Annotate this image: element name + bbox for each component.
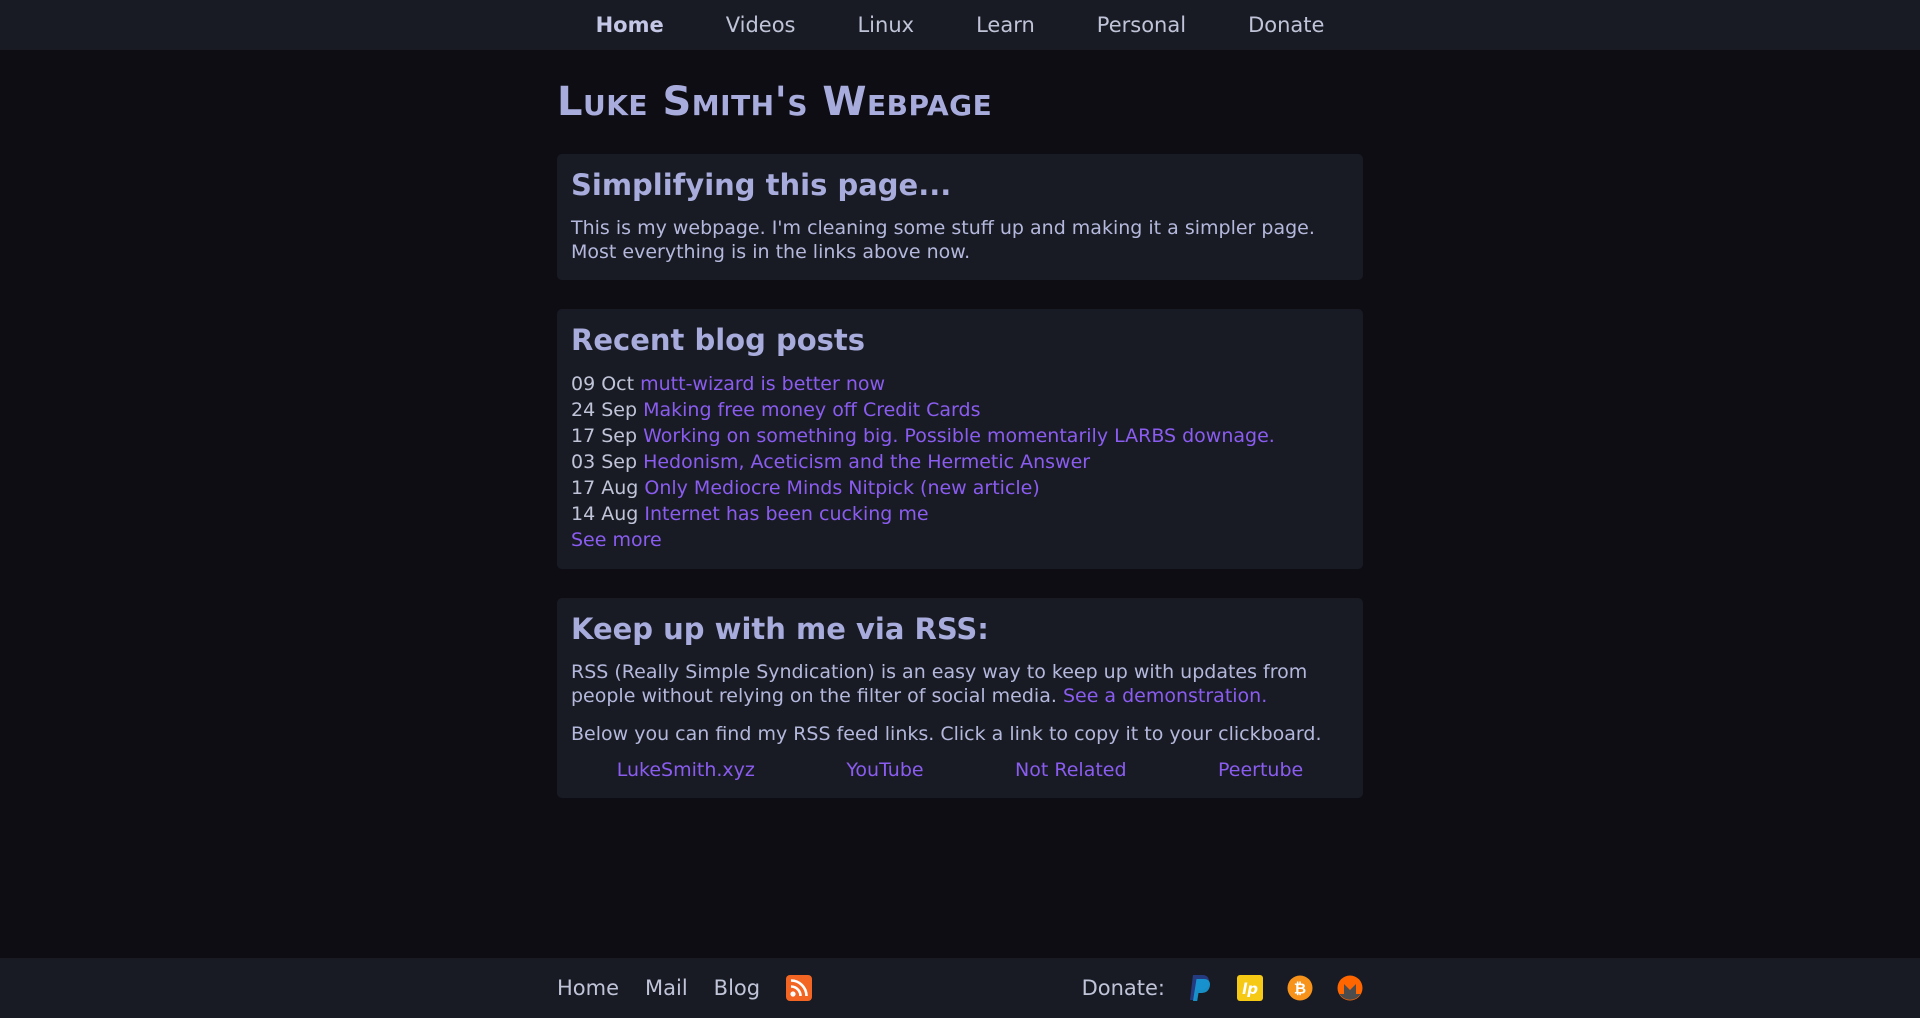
post-link[interactable]: Hedonism, Aceticism and the Hermetic Ans… — [643, 451, 1090, 473]
rss-icon[interactable] — [786, 975, 813, 1001]
blog-post: 09 Oct mutt-wizard is better now — [571, 371, 1349, 397]
post-link[interactable]: Only Mediocre Minds Nitpick (new article… — [644, 477, 1039, 499]
nav-personal[interactable]: Personal — [1097, 0, 1186, 50]
page-title: Luke Smith's Webpage — [557, 79, 993, 125]
see-more-row: See more — [571, 527, 1349, 553]
post-date: 09 Oct — [571, 373, 635, 395]
paypal-icon[interactable] — [1187, 975, 1213, 1001]
blog-post: 03 Sep Hedonism, Aceticism and the Herme… — [571, 449, 1349, 475]
post-link[interactable]: mutt-wizard is better now — [640, 373, 885, 395]
svg-text:₿: ₿ — [1294, 980, 1306, 998]
nav-learn[interactable]: Learn — [976, 0, 1035, 50]
rss-feed-peertube[interactable]: Peertube — [1218, 758, 1303, 782]
post-link[interactable]: Working on something big. Possible momen… — [643, 425, 1275, 447]
post-date: 03 Sep — [571, 451, 638, 473]
post-date: 17 Sep — [571, 425, 638, 447]
post-date: 14 Aug — [571, 503, 639, 525]
rss-feed-links: LukeSmith.xyz YouTube Not Related Peertu… — [571, 758, 1349, 782]
nav-home[interactable]: Home — [596, 0, 664, 50]
rss-instructions: Below you can find my RSS feed links. Cl… — [571, 723, 1322, 745]
nav-linux[interactable]: Linux — [857, 0, 914, 50]
see-more-link[interactable]: See more — [571, 529, 662, 551]
donate-label: Donate: — [1081, 976, 1165, 1000]
post-link[interactable]: Making free money off Credit Cards — [643, 399, 980, 421]
footer-inner: Home Mail Blog Donate: lp ₿ — [557, 958, 1363, 1018]
top-nav: Home Videos Linux Learn Personal Donate — [0, 0, 1920, 50]
intro-heading: Simplifying this page... — [571, 168, 952, 202]
post-date: 17 Aug — [571, 477, 639, 499]
rss-card: Keep up with me via RSS: RSS (Really Sim… — [557, 598, 1363, 798]
rss-heading: Keep up with me via RSS: — [571, 612, 989, 646]
demonstration-link[interactable]: See a demonstration. — [1063, 685, 1267, 707]
post-date: 24 Sep — [571, 399, 638, 421]
intro-line-2: Most everything is in the links above no… — [571, 241, 971, 263]
intro-card: Simplifying this page... This is my webp… — [557, 154, 1363, 280]
main-content: Luke Smith's Webpage Simplifying this pa… — [557, 76, 1363, 827]
rss-feed-youtube[interactable]: YouTube — [846, 758, 923, 782]
footer-mail-link[interactable]: Mail — [645, 976, 688, 1000]
intro-text: This is my webpage. I'm cleaning some st… — [571, 216, 1349, 264]
liberapay-icon[interactable]: lp — [1237, 975, 1263, 1001]
rss-feed-not-related[interactable]: Not Related — [1015, 758, 1127, 782]
blog-post: 17 Sep Working on something big. Possibl… — [571, 423, 1349, 449]
footer-home-link[interactable]: Home — [557, 976, 619, 1000]
footer-donate: Donate: lp ₿ — [1082, 975, 1363, 1001]
intro-line-1: This is my webpage. I'm cleaning some st… — [571, 217, 1315, 239]
rss-feed-lukesmith[interactable]: LukeSmith.xyz — [617, 758, 755, 782]
nav-donate[interactable]: Donate — [1248, 0, 1324, 50]
footer-blog-link[interactable]: Blog — [714, 976, 760, 1000]
blog-post: 17 Aug Only Mediocre Minds Nitpick (new … — [571, 475, 1349, 501]
post-link[interactable]: Internet has been cucking me — [644, 503, 928, 525]
monero-icon[interactable] — [1337, 975, 1363, 1001]
blog-post: 24 Sep Making free money off Credit Card… — [571, 397, 1349, 423]
nav-videos[interactable]: Videos — [726, 0, 796, 50]
rss-description: RSS (Really Simple Syndication) is an ea… — [571, 660, 1349, 708]
bitcoin-icon[interactable]: ₿ — [1287, 975, 1313, 1001]
blog-post: 14 Aug Internet has been cucking me — [571, 501, 1349, 527]
svg-text:lp: lp — [1242, 980, 1258, 998]
footer: Home Mail Blog Donate: lp ₿ — [0, 958, 1920, 1018]
blog-card: Recent blog posts 09 Oct mutt-wizard is … — [557, 309, 1363, 569]
footer-links: Home Mail Blog — [557, 975, 813, 1001]
blog-heading: Recent blog posts — [571, 323, 866, 357]
